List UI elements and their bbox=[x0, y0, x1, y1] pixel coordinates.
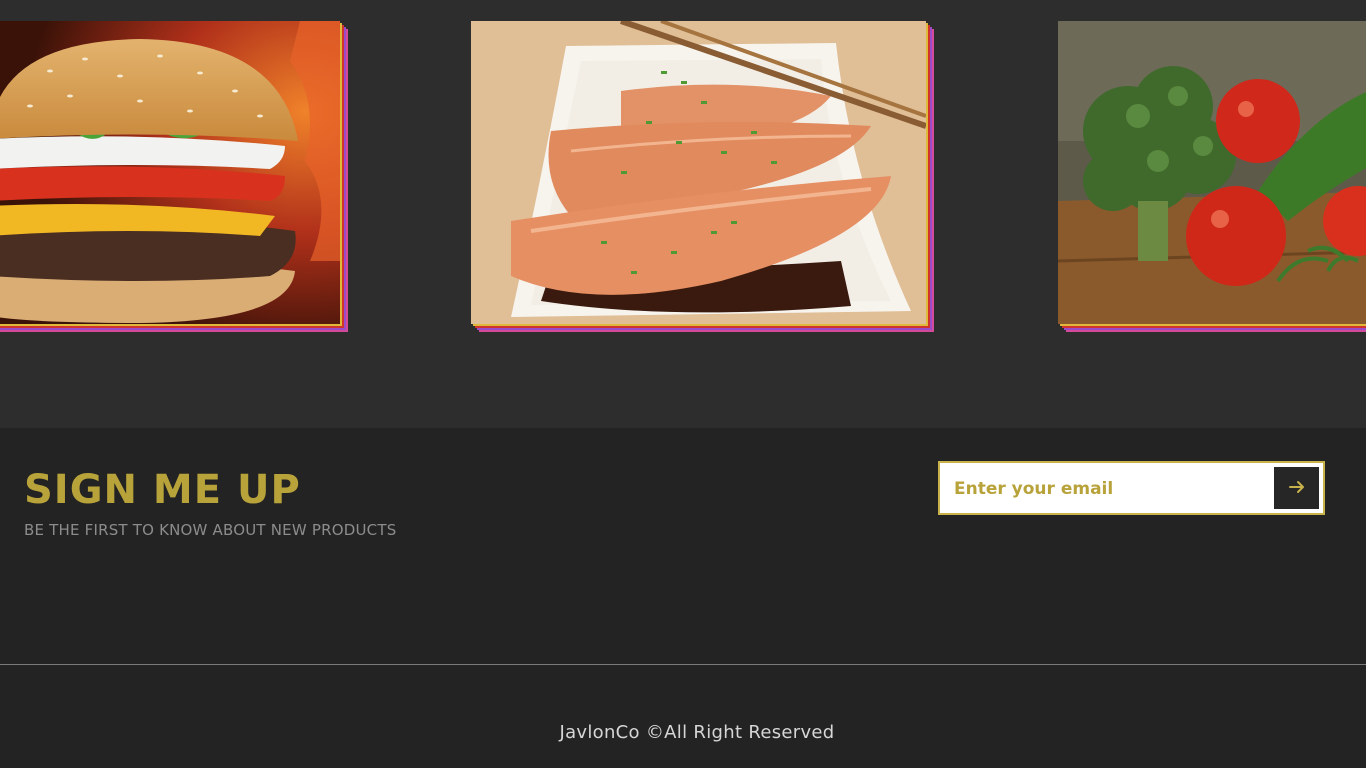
footer-copyright: JavlonCo ©All Right Reserved bbox=[559, 722, 835, 743]
email-signup-form bbox=[938, 461, 1325, 515]
signup-title: SIGN ME UP bbox=[24, 467, 301, 513]
submit-email-button[interactable] bbox=[1274, 467, 1319, 509]
burger-image bbox=[0, 21, 340, 324]
vegetables-image bbox=[1058, 21, 1366, 324]
gallery-card-vegetables[interactable] bbox=[1058, 21, 1366, 324]
signup-subtitle: BE THE FIRST TO KNOW ABOUT NEW PRODUCTS bbox=[24, 521, 397, 539]
salmon-image bbox=[471, 21, 926, 324]
food-gallery bbox=[0, 0, 1366, 428]
arrow-right-icon bbox=[1288, 478, 1306, 499]
gallery-card-salmon[interactable] bbox=[471, 21, 926, 324]
gallery-card-burger[interactable] bbox=[0, 21, 340, 324]
footer-divider bbox=[0, 664, 1366, 665]
email-input[interactable] bbox=[952, 471, 1276, 507]
